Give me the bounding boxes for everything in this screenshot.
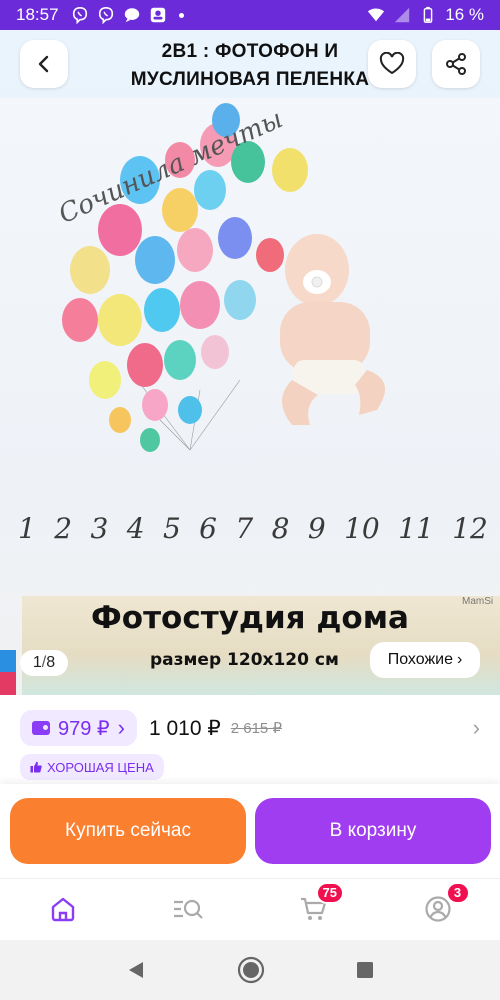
number-7: 7	[235, 512, 254, 545]
price-details-chevron-icon[interactable]: ›	[473, 715, 480, 741]
recents-square-icon[interactable]	[355, 960, 375, 980]
status-right: 16 %	[367, 5, 484, 25]
number-1: 1	[18, 512, 36, 545]
buy-now-button[interactable]: Купить сейчас	[10, 798, 246, 864]
similar-label: Похожие	[387, 651, 453, 668]
system-nav-bar	[0, 940, 500, 1000]
caption-title: Фотостудия дома	[91, 600, 409, 636]
number-11: 11	[398, 512, 434, 545]
thumbs-up-icon	[30, 761, 42, 773]
cart-count-badge: 75	[315, 881, 344, 904]
home-circle-icon[interactable]	[237, 956, 265, 984]
chevron-right-icon: ›	[117, 715, 125, 740]
more-notifications-dot	[178, 12, 184, 18]
number-3: 3	[90, 512, 109, 545]
app-icon	[150, 7, 165, 23]
product-image-gallery[interactable]: 2В1 : ФОТОФОН И МУСЛИНОВАЯ ПЕЛЕНКА Сочин…	[0, 30, 500, 695]
wifi-icon	[368, 8, 385, 22]
number-10: 10	[344, 512, 380, 545]
page-title: 2В1 : ФОТОФОН И МУСЛИНОВАЯ ПЕЛЕНКА	[100, 38, 400, 94]
good-price-badge[interactable]: ХОРОШАЯ ЦЕНА	[20, 754, 164, 780]
back-button[interactable]	[20, 40, 68, 88]
caption-size: размер 120х120 см	[150, 650, 339, 670]
pager-current: 1	[32, 654, 42, 671]
number-4: 4	[126, 512, 145, 545]
chevron-left-icon	[38, 55, 49, 73]
image-pager: 1/8	[20, 650, 68, 676]
home-icon	[51, 897, 74, 921]
month-numbers: 1 2 3 4 5 6 7 8 9 10 11 12	[18, 512, 488, 545]
back-triangle-icon[interactable]	[125, 959, 147, 981]
catalog-search-icon	[173, 899, 203, 919]
pager-total: 8	[46, 654, 56, 671]
viber-icon-2	[98, 6, 113, 24]
edge-strip-blue	[0, 650, 16, 672]
number-6: 6	[199, 512, 217, 545]
share-icon	[446, 53, 466, 75]
share-button[interactable]	[432, 40, 480, 88]
title-line-1: 2В1 : ФОТОФОН И	[161, 41, 339, 62]
nav-cart[interactable]: 75	[283, 881, 344, 934]
heart-icon	[379, 52, 405, 75]
regular-price: 1 010 ₽	[148, 716, 221, 740]
old-price: 2 615 ₽	[230, 720, 282, 737]
wallet-price-pill[interactable]: 979 ₽ ›	[20, 710, 137, 746]
edge-strip-red	[0, 672, 16, 695]
status-time: 18:57	[16, 5, 59, 24]
baby-photo	[280, 234, 385, 425]
status-bar: 18:57 16 %	[0, 0, 500, 30]
battery-icon	[423, 6, 433, 23]
chevron-right-icon: ›	[456, 651, 463, 668]
number-2: 2	[54, 512, 73, 545]
number-5: 5	[162, 512, 181, 545]
profile-notifications-badge: 3	[445, 881, 470, 904]
status-notifications	[71, 6, 184, 24]
viber-icon	[72, 6, 87, 24]
wallet-price: 979 ₽	[58, 717, 110, 740]
chat-icon	[124, 8, 139, 23]
favorite-button[interactable]	[368, 40, 416, 88]
good-price-label: ХОРОШАЯ ЦЕНА	[47, 759, 154, 775]
nav-profile[interactable]: 3	[408, 881, 470, 934]
price-row[interactable]: 979 ₽ › 1 010 ₽ 2 615 ₽ ›	[0, 705, 500, 751]
signal-icon	[395, 7, 410, 23]
nav-home[interactable]	[33, 884, 93, 934]
title-line-2: МУСЛИНОВАЯ ПЕЛЕНКА	[130, 69, 370, 90]
similar-button[interactable]: Похожие ›	[370, 642, 480, 678]
wallet-icon	[32, 721, 50, 735]
add-to-cart-button[interactable]: В корзину	[255, 798, 491, 864]
battery-percent: 16 %	[445, 5, 484, 24]
number-9: 9	[307, 512, 326, 545]
number-8: 8	[271, 512, 290, 545]
nav-catalog[interactable]	[158, 884, 218, 934]
bottom-nav: 75 3	[0, 878, 500, 938]
number-12: 12	[452, 512, 488, 545]
action-bar: Купить сейчас В корзину	[0, 784, 500, 878]
